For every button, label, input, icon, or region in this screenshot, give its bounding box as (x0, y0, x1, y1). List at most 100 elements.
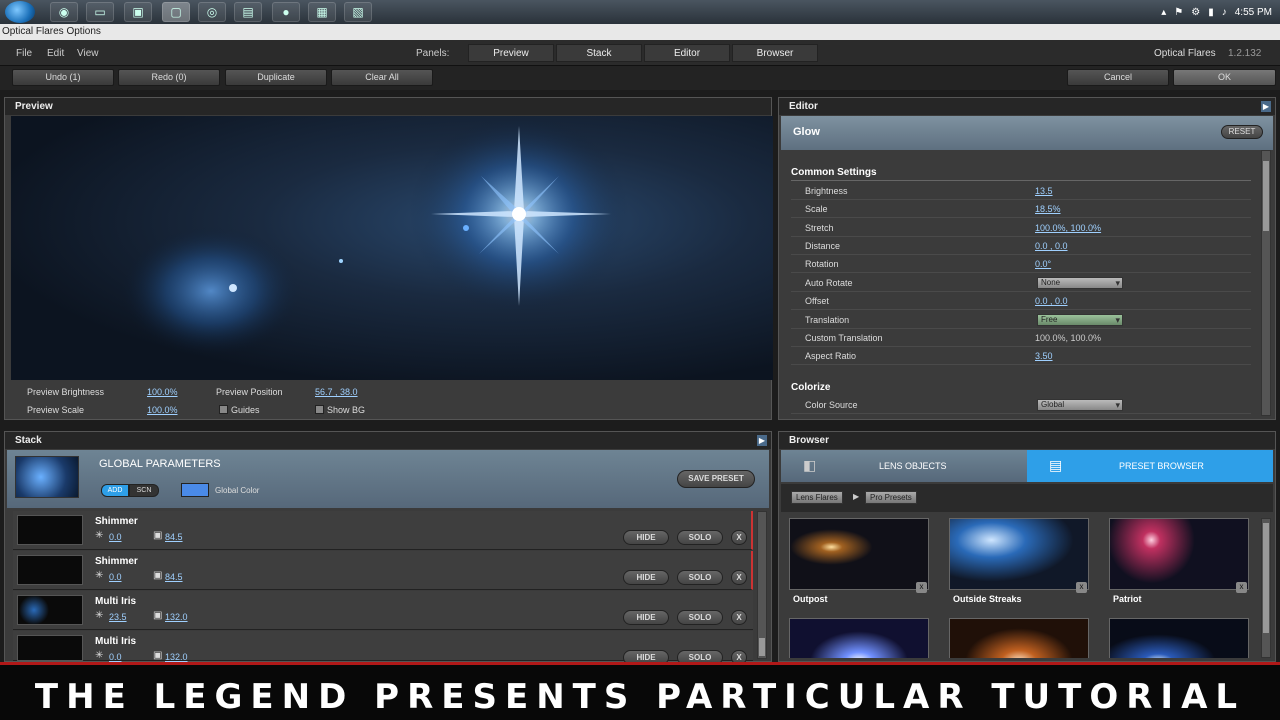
lens-objects-tab[interactable]: ◧ LENS OBJECTS (781, 450, 1027, 482)
auto-rotate-dropdown[interactable]: None (1037, 277, 1123, 289)
hide-button[interactable]: HIDE (623, 570, 669, 585)
custom-translation-value[interactable]: 100.0%, 100.0% (1035, 333, 1101, 343)
stack-item[interactable]: Shimmer ✳ 0.0 ▣ 84.5 HIDE SOLO X (13, 551, 753, 590)
app-icon[interactable]: ▧ (344, 2, 372, 22)
menu-file[interactable]: File (16, 48, 32, 59)
stack-item-scale[interactable]: 84.5 (165, 572, 183, 582)
start-button[interactable] (5, 1, 35, 23)
cancel-button[interactable]: Cancel (1067, 69, 1169, 86)
stack-item-scale[interactable]: 84.5 (165, 532, 183, 542)
redo-button[interactable]: Redo (0) (118, 69, 220, 86)
save-preset-button[interactable]: SAVE PRESET (677, 470, 755, 488)
global-color-swatch[interactable] (181, 483, 209, 497)
preset-card[interactable] (789, 618, 931, 658)
preset-thumbnail (789, 618, 929, 658)
stack-scrollbar[interactable] (757, 511, 767, 659)
scale-value[interactable]: 18.5% (1035, 204, 1061, 214)
flag-icon[interactable]: ⚑ (1174, 7, 1183, 18)
app-icon[interactable]: ● (272, 2, 300, 22)
solo-button[interactable]: SOLO (677, 570, 723, 585)
stack-item-brightness[interactable]: 23.5 (109, 612, 127, 622)
stack-item[interactable]: Multi Iris ✳ 23.5 ▣ 132.0 HIDE SOLO X (13, 591, 753, 630)
stack-item-scale[interactable]: 132.0 (165, 612, 188, 622)
stack-item[interactable]: Shimmer ✳ 0.0 ▣ 84.5 HIDE SOLO X (13, 511, 753, 550)
expand-arrow-icon[interactable]: ▶ (757, 435, 767, 446)
divider (791, 180, 1251, 181)
tab-editor[interactable]: Editor (644, 44, 730, 62)
preset-card[interactable]: Patriot x (1109, 518, 1251, 608)
volume-icon[interactable]: ♪ (1222, 7, 1227, 18)
menu-edit[interactable]: Edit (47, 48, 64, 59)
stretch-value[interactable]: 100.0%, 100.0% (1035, 223, 1101, 233)
preset-card[interactable]: Outpost x (789, 518, 931, 608)
stack-item[interactable]: Multi Iris ✳ 0.0 ▣ 132.0 HIDE SOLO X (13, 631, 753, 665)
preset-card[interactable]: Outside Streaks x (949, 518, 1091, 608)
aspect-ratio-value[interactable]: 3.50 (1035, 351, 1053, 361)
undo-button[interactable]: Undo (1) (12, 69, 114, 86)
color-source-dropdown[interactable]: Global (1037, 399, 1123, 411)
scrollbar-thumb[interactable] (1263, 523, 1269, 633)
offset-value[interactable]: 0.0 , 0.0 (1035, 296, 1068, 306)
browser-scrollbar[interactable] (1261, 518, 1271, 658)
remove-preset-button[interactable]: x (916, 582, 927, 593)
tab-browser[interactable]: Browser (732, 44, 818, 62)
preset-card[interactable] (1109, 618, 1251, 658)
editor-scrollbar[interactable] (1261, 150, 1271, 416)
crumb-lens-flares[interactable]: Lens Flares (791, 491, 843, 504)
tab-preview[interactable]: Preview (468, 44, 554, 62)
menu-bar: File Edit View Panels: Preview Stack Edi… (0, 40, 1280, 66)
scrollbar-thumb[interactable] (759, 638, 765, 656)
tab-stack[interactable]: Stack (556, 44, 642, 62)
network-icon[interactable]: ⚙ (1191, 7, 1200, 18)
hide-button[interactable]: HIDE (623, 610, 669, 625)
duplicate-button[interactable]: Duplicate (225, 69, 327, 86)
remove-button[interactable]: X (731, 610, 747, 625)
expand-arrow-icon[interactable]: ▶ (1261, 101, 1271, 112)
app-icon[interactable]: ▦ (308, 2, 336, 22)
distance-value[interactable]: 0.0 , 0.0 (1035, 241, 1068, 251)
remove-button[interactable]: X (731, 570, 747, 585)
preview-viewport[interactable] (11, 114, 773, 380)
signal-icon[interactable]: ▮ (1208, 7, 1214, 18)
remove-preset-button[interactable]: x (1236, 582, 1247, 593)
menu-view[interactable]: View (77, 48, 99, 59)
chrome-icon[interactable]: ◉ (50, 2, 78, 22)
brightness-value[interactable]: 13.5 (1035, 186, 1053, 196)
scrollbar-thumb[interactable] (1263, 161, 1269, 231)
rotation-value[interactable]: 0.0° (1035, 259, 1051, 269)
stack-item-brightness[interactable]: 0.0 (109, 572, 122, 582)
ok-button[interactable]: OK (1173, 69, 1276, 86)
hide-button[interactable]: HIDE (623, 530, 669, 545)
scn-toggle[interactable]: SCN (129, 484, 159, 497)
stack-item-brightness[interactable]: 0.0 (109, 532, 122, 542)
solo-button[interactable]: SOLO (677, 530, 723, 545)
preview-scale-value[interactable]: 100.0% (147, 405, 178, 415)
stack-item-scale[interactable]: 132.0 (165, 652, 188, 662)
folder-icon[interactable]: ▭ (86, 2, 114, 22)
window-title: Optical Flares Options (0, 24, 1280, 40)
browser-icon[interactable]: ◎ (198, 2, 226, 22)
preset-card[interactable] (949, 618, 1091, 658)
solo-button[interactable]: SOLO (677, 610, 723, 625)
preview-brightness-value[interactable]: 100.0% (147, 387, 178, 397)
preview-position-label: Preview Position (216, 387, 283, 397)
crumb-pro-presets[interactable]: Pro Presets (865, 491, 917, 504)
tray-arrow-icon[interactable]: ▴ (1161, 7, 1166, 18)
reset-button[interactable]: RESET (1221, 125, 1263, 139)
clock[interactable]: 4:55 PM (1235, 7, 1272, 18)
translation-dropdown[interactable]: Free (1037, 314, 1123, 326)
preview-position-value[interactable]: 56.7 , 38.0 (315, 387, 358, 397)
app-icon[interactable]: ▢ (162, 2, 190, 22)
add-toggle[interactable]: ADD (101, 484, 129, 497)
stack-item-brightness[interactable]: 0.0 (109, 652, 122, 662)
remove-preset-button[interactable]: x (1076, 582, 1087, 593)
app-icon[interactable]: ▤ (234, 2, 262, 22)
clear-all-button[interactable]: Clear All (331, 69, 433, 86)
stack-item-thumbnail (17, 595, 83, 625)
remove-button[interactable]: X (731, 530, 747, 545)
show-bg-checkbox[interactable] (315, 405, 324, 414)
auto-rotate-row: Auto Rotate None (791, 275, 1251, 292)
app-icon[interactable]: ▣ (124, 2, 152, 22)
preset-browser-tab[interactable]: ▤ PRESET BROWSER (1027, 450, 1273, 482)
guides-checkbox[interactable] (219, 405, 228, 414)
